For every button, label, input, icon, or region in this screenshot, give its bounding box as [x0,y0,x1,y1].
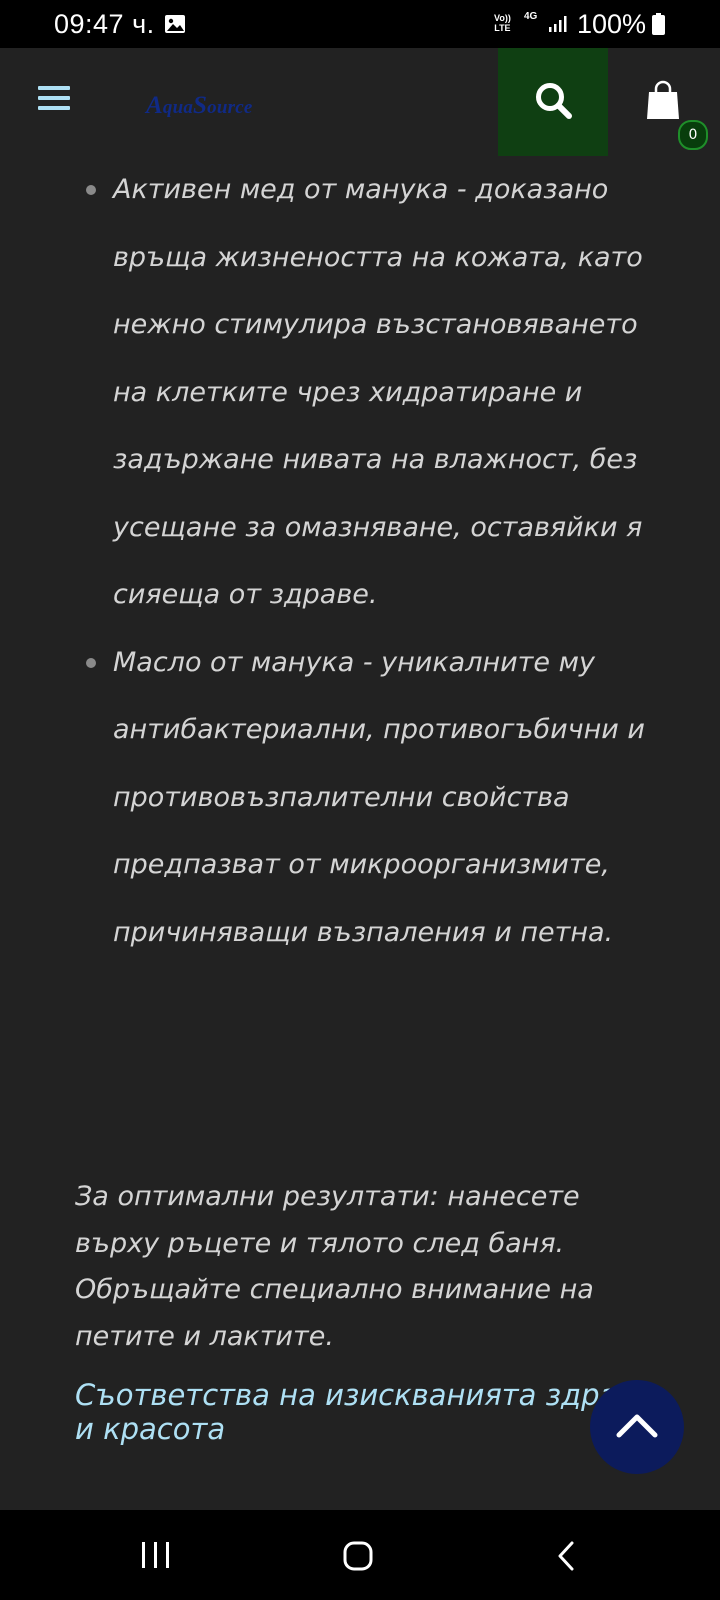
back-icon [558,1541,574,1571]
list-item: Активен мед от манука - доказано връща ж… [86,156,653,629]
product-description: Активен мед от манука - доказано връща ж… [0,156,720,1510]
logo-part: ource [207,97,253,118]
logo-part: S [193,92,208,119]
search-button[interactable] [498,48,608,156]
volte-bottom: LTE [494,23,511,33]
site-header: AquaSource 0 [0,48,720,156]
logo-part: A [146,92,163,119]
system-nav-bar [0,1510,720,1600]
menu-icon-bar [38,96,70,100]
recent-apps-icon [142,1542,169,1568]
menu-icon-bar [38,86,70,90]
volte-top: Vo)) [494,13,511,23]
search-icon [536,83,572,119]
cart-count-badge: 0 [678,120,708,150]
back-button[interactable] [512,1510,622,1600]
compliance-link[interactable]: Съответства на изискванията здраве и кра… [75,1378,675,1446]
menu-button[interactable] [38,86,72,116]
list-item: Масло от манука - уникалните му антибакт… [86,629,653,967]
usage-paragraph: За оптимални резултати: нанесете върху р… [75,1181,594,1352]
ingredient-list: Активен мед от манука - доказано връща ж… [0,156,720,966]
recent-apps-button[interactable] [100,1510,210,1600]
logo-part: qua [162,97,194,118]
cart-button[interactable] [646,80,686,126]
signal-icon [549,16,567,32]
shopping-bag-icon [647,80,679,119]
battery-icon [652,13,665,35]
site-logo[interactable]: AquaSource [146,92,252,120]
scroll-to-top-button[interactable] [590,1380,684,1474]
chevron-up-icon [616,1414,658,1438]
status-bar: 09:47 ч. Vo)) LTE 4G 100% [0,0,720,48]
menu-icon-bar [38,106,70,110]
network-type: 4G [524,11,538,22]
home-icon [343,1541,373,1571]
battery-percent: 100% [577,9,647,39]
home-button[interactable] [302,1510,412,1600]
volte-indicator: Vo)) LTE [494,13,511,33]
gallery-icon [165,15,185,33]
status-time: 09:47 ч. [54,9,155,39]
screen: 09:47 ч. Vo)) LTE 4G 100% AquaSource 0 А… [0,0,720,1600]
